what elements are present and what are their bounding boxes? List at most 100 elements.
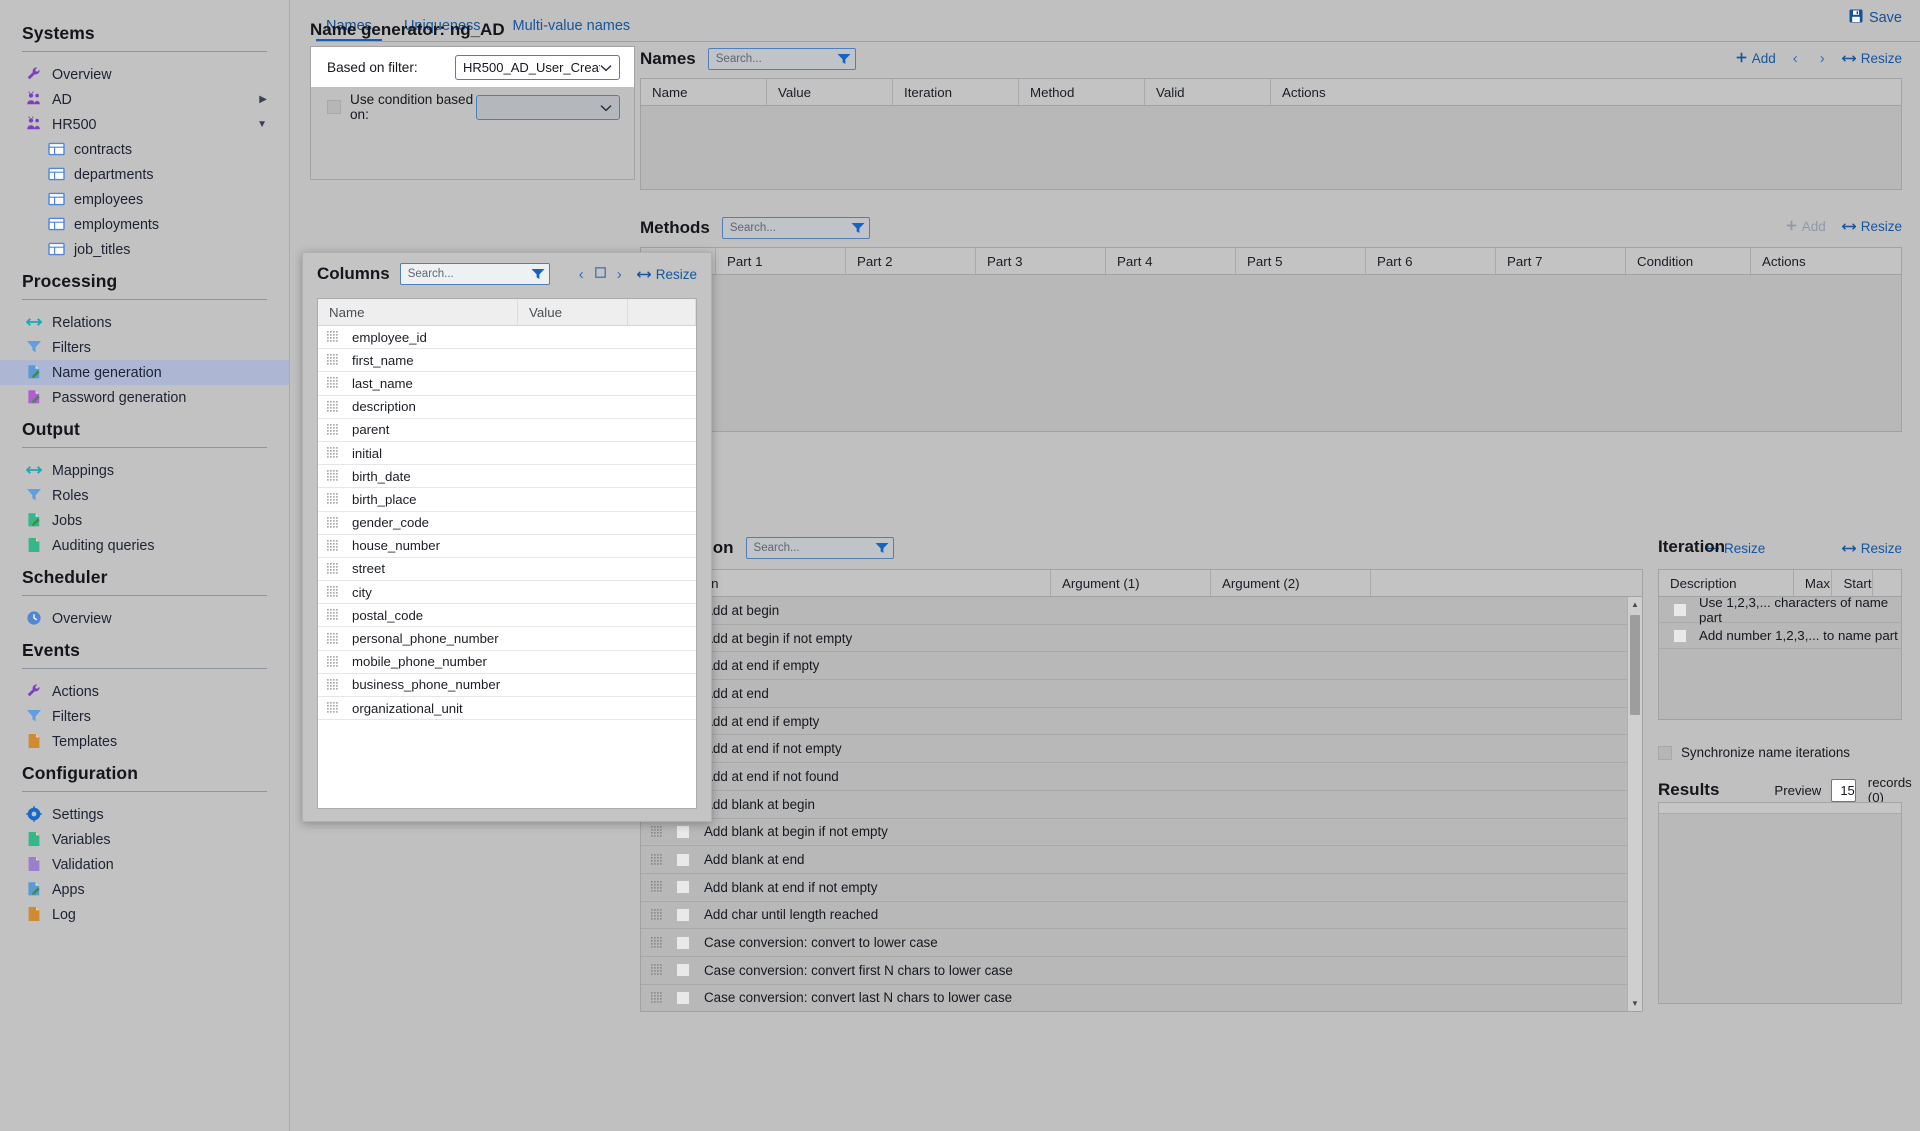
table-row[interactable]: Add char until length reached	[641, 902, 1642, 930]
names-search-input[interactable]: Search...	[708, 48, 856, 70]
sidebar-item-job-titles[interactable]: job_titles	[0, 237, 289, 262]
columns-resize-button[interactable]: Resize	[637, 267, 697, 282]
column-header[interactable]: Max	[1794, 570, 1833, 596]
sidebar-item-relations[interactable]: Relations	[0, 310, 289, 335]
table-row[interactable]: Use 1,2,3,... characters of name part	[1659, 597, 1901, 623]
column-header[interactable]: Iteration	[893, 79, 1019, 105]
drag-handle-icon[interactable]	[327, 447, 339, 459]
columns-prev-button[interactable]: ‹	[574, 266, 589, 283]
sidebar-item-hr500[interactable]: HR500▼	[0, 112, 289, 137]
column-header[interactable]: Part 5	[1236, 248, 1366, 274]
column-header[interactable]	[1371, 570, 1629, 596]
sidebar-item-roles[interactable]: Roles	[0, 483, 289, 508]
save-button[interactable]: Save	[1849, 9, 1902, 27]
table-row[interactable]: Add number 1,2,3,... to name part	[1659, 623, 1901, 649]
column-header[interactable]: Part 6	[1366, 248, 1496, 274]
conversion-row-checkbox[interactable]	[676, 991, 690, 1005]
conversion-row-checkbox[interactable]	[676, 908, 690, 922]
sidebar-item-filters[interactable]: Filters	[0, 335, 289, 360]
sidebar-item-password-generation[interactable]: Password generation	[0, 385, 289, 410]
table-row[interactable]: gender_code	[318, 512, 696, 535]
sidebar-item-validation[interactable]: Validation	[0, 852, 289, 877]
drag-handle-icon[interactable]	[651, 881, 663, 893]
sidebar-item-departments[interactable]: departments	[0, 162, 289, 187]
column-header[interactable]: Argument (2)	[1211, 570, 1371, 596]
methods-add-button[interactable]: Add	[1786, 219, 1826, 234]
table-row[interactable]: last_name	[318, 372, 696, 395]
names-resize-button[interactable]: Resize	[1842, 51, 1902, 66]
methods-search-input[interactable]: Search...	[722, 217, 870, 239]
chevron-down-icon[interactable]: ▼	[257, 119, 267, 130]
use-condition-select[interactable]	[476, 95, 620, 120]
sidebar-item-settings[interactable]: Settings	[0, 802, 289, 827]
column-header[interactable]: Valid	[1145, 79, 1271, 105]
sidebar-item-contracts[interactable]: contracts	[0, 137, 289, 162]
column-header[interactable]: Part 3	[976, 248, 1106, 274]
sidebar-item-templates[interactable]: Templates	[0, 729, 289, 754]
column-header[interactable]: Part 4	[1106, 248, 1236, 274]
funnel-icon[interactable]	[875, 542, 889, 554]
scroll-up-arrow-icon[interactable]: ▲	[1628, 597, 1642, 612]
table-row[interactable]: birth_date	[318, 465, 696, 488]
conversion-row-checkbox[interactable]	[676, 825, 690, 839]
sidebar-item-name-generation[interactable]: Name generation	[0, 360, 289, 385]
use-condition-checkbox[interactable]	[327, 100, 341, 114]
column-header[interactable]: Start	[1832, 570, 1872, 596]
table-row[interactable]: initial	[318, 442, 696, 465]
columns-search-input[interactable]: Search...	[400, 263, 550, 285]
drag-handle-icon[interactable]	[327, 633, 339, 645]
drag-handle-icon[interactable]	[651, 937, 663, 949]
names-next-button[interactable]: ›	[1815, 50, 1830, 67]
methods-resize-button[interactable]: Resize	[1842, 219, 1902, 234]
drag-handle-icon[interactable]	[327, 679, 339, 691]
scroll-down-arrow-icon[interactable]: ▼	[1628, 996, 1642, 1011]
column-header[interactable]: Actions	[1751, 248, 1883, 274]
sidebar-item-auditing-queries[interactable]: Auditing queries	[0, 533, 289, 558]
funnel-icon[interactable]	[851, 222, 865, 234]
column-header[interactable]: Name	[318, 299, 518, 325]
column-header[interactable]: Part 7	[1496, 248, 1626, 274]
table-row[interactable]: parent	[318, 419, 696, 442]
table-row[interactable]: Case conversion: convert last N chars to…	[641, 985, 1642, 1011]
columns-next-button[interactable]: ›	[612, 266, 627, 283]
names-add-button[interactable]: Add	[1736, 51, 1776, 66]
sidebar-item-overview[interactable]: Overview	[0, 62, 289, 87]
column-header[interactable]: Method	[1019, 79, 1145, 105]
table-row[interactable]: Add at end	[641, 680, 1642, 708]
chevron-right-icon[interactable]: ▶	[259, 94, 267, 105]
table-row[interactable]: Add at begin	[641, 597, 1642, 625]
table-row[interactable]: Add at end if not found	[641, 763, 1642, 791]
table-row[interactable]: Add at end if not empty	[641, 735, 1642, 763]
iteration-row-checkbox[interactable]	[1673, 629, 1687, 643]
square-icon[interactable]	[595, 265, 606, 283]
conversion-scroll-thumb[interactable]	[1630, 615, 1640, 715]
column-header[interactable]: Name	[641, 79, 767, 105]
table-row[interactable]: Case conversion: convert to lower case	[641, 929, 1642, 957]
drag-handle-icon[interactable]	[327, 331, 339, 343]
table-row[interactable]: Add at begin if not empty	[641, 625, 1642, 653]
column-header[interactable]: Part 2	[846, 248, 976, 274]
table-row[interactable]: postal_code	[318, 604, 696, 627]
column-header[interactable]: Value	[767, 79, 893, 105]
table-row[interactable]: street	[318, 558, 696, 581]
drag-handle-icon[interactable]	[327, 586, 339, 598]
table-row[interactable]: city	[318, 581, 696, 604]
synchronize-iterations-row[interactable]: Synchronize name iterations	[1658, 745, 1850, 760]
conversion-row-checkbox[interactable]	[676, 936, 690, 950]
table-row[interactable]: Add blank at end if not empty	[641, 874, 1642, 902]
drag-handle-icon[interactable]	[651, 826, 663, 838]
iteration-row-checkbox[interactable]	[1673, 603, 1687, 617]
synchronize-iterations-checkbox[interactable]	[1658, 746, 1672, 760]
conversion-row-checkbox[interactable]	[676, 880, 690, 894]
column-header[interactable]: Argument (1)	[1051, 570, 1211, 596]
drag-handle-icon[interactable]	[327, 540, 339, 552]
table-row[interactable]: Case conversion: convert first N chars t…	[641, 957, 1642, 985]
sidebar-item-apps[interactable]: Apps	[0, 877, 289, 902]
sidebar-item-jobs[interactable]: Jobs	[0, 508, 289, 533]
table-row[interactable]: employee_id	[318, 326, 696, 349]
table-row[interactable]: business_phone_number	[318, 674, 696, 697]
conversion-scrollbar[interactable]: ▲ ▼	[1627, 597, 1642, 1011]
column-header[interactable]: Condition	[1626, 248, 1751, 274]
table-row[interactable]: first_name	[318, 349, 696, 372]
column-header[interactable]: Actions	[1271, 79, 1397, 105]
